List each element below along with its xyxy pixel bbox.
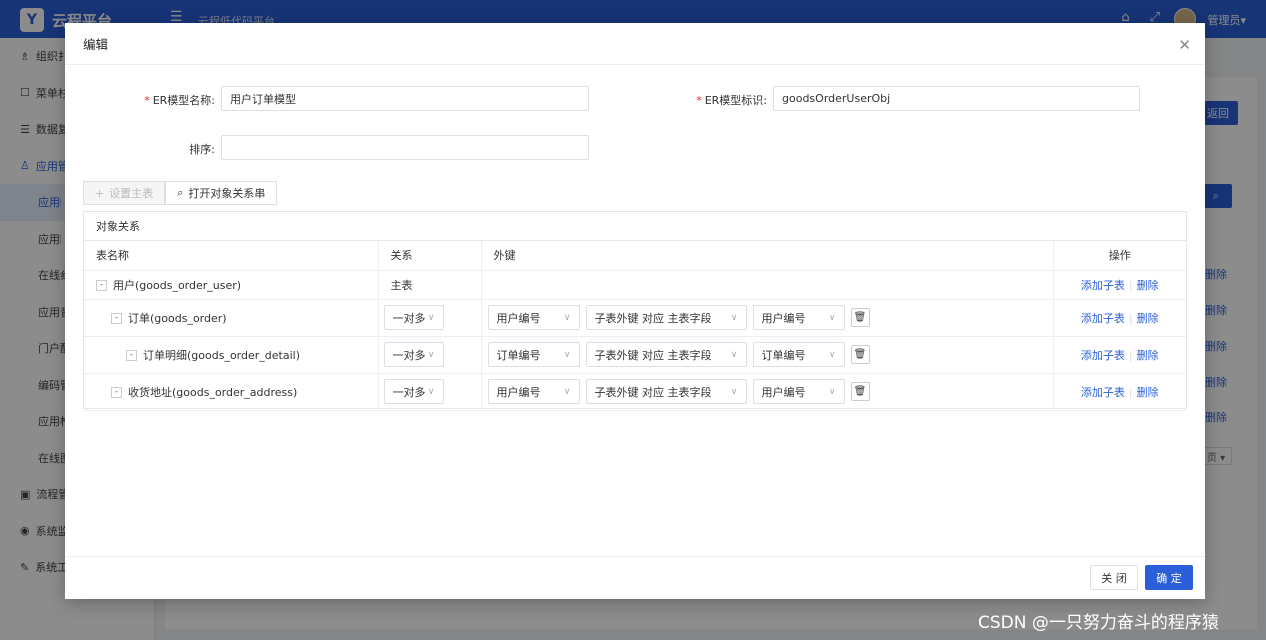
col-header-relation: 关系 bbox=[378, 241, 482, 271]
er-name-label: * ER模型名称: bbox=[144, 94, 215, 107]
add-child-link[interactable]: 添加子表 bbox=[1081, 386, 1125, 399]
delete-link[interactable]: 删除 bbox=[1137, 279, 1159, 292]
fk-mapping-select[interactable]: 子表外键 对应 主表字段 ∨ bbox=[585, 305, 747, 330]
add-child-link[interactable]: 添加子表 bbox=[1081, 279, 1125, 292]
open-relation-button[interactable]: ⌕ 打开对象关系串 bbox=[165, 181, 278, 205]
trash-icon[interactable]: 🗑 bbox=[850, 382, 870, 401]
chevron-down-icon: ∨ bbox=[427, 386, 435, 397]
chevron-down-icon: ∨ bbox=[427, 312, 435, 323]
chevron-down-icon: ∨ bbox=[828, 312, 836, 323]
collapse-toggle[interactable]: - bbox=[96, 280, 107, 291]
sort-input[interactable] bbox=[221, 135, 589, 160]
plus-icon: + bbox=[95, 186, 105, 200]
chevron-down-icon: ∨ bbox=[730, 312, 738, 323]
confirm-button[interactable]: 确 定 bbox=[1145, 565, 1193, 590]
add-child-link[interactable]: 添加子表 bbox=[1081, 312, 1125, 325]
table-name: 订单(goods_order) bbox=[128, 311, 227, 325]
fk-parent-select[interactable]: 用户编号 ∨ bbox=[752, 305, 845, 330]
collapse-toggle[interactable]: - bbox=[111, 387, 122, 398]
collapse-toggle[interactable]: - bbox=[126, 350, 137, 361]
fk-child-select[interactable]: 用户编号 ∨ bbox=[487, 379, 580, 404]
table-name: 收货地址(goods_order_address) bbox=[128, 385, 298, 399]
chevron-down-icon: ∨ bbox=[730, 349, 738, 360]
relation-table: 表名称 关系 外键 操作 - 用户(goods_order_user) 主表 添加… bbox=[84, 241, 1186, 411]
chevron-down-icon: ∨ bbox=[563, 386, 571, 397]
set-main-table-button[interactable]: + 设置主表 bbox=[83, 181, 166, 205]
fk-mapping-select[interactable]: 子表外键 对应 主表字段 ∨ bbox=[585, 379, 747, 404]
col-header-op: 操作 bbox=[1053, 241, 1186, 271]
col-header-name: 表名称 bbox=[84, 241, 379, 271]
edit-dialog: 编辑 ✕ * ER模型名称: 用户订单模型 * ER模型标识: goodsOrder… bbox=[65, 23, 1205, 599]
trash-icon[interactable]: 🗑 bbox=[850, 345, 870, 364]
fk-parent-select[interactable]: 订单编号 ∨ bbox=[752, 342, 845, 367]
dialog-footer: 关 闭 确 定 bbox=[65, 556, 1205, 599]
er-id-input[interactable]: goodsOrderUserObj bbox=[773, 86, 1140, 111]
col-header-fk: 外键 bbox=[481, 241, 1054, 271]
relation-title: 对象关系 bbox=[84, 212, 1186, 241]
sort-label: 排序: bbox=[189, 143, 215, 156]
search-icon: ⌕ bbox=[177, 186, 184, 199]
delete-link[interactable]: 删除 bbox=[1137, 349, 1159, 362]
delete-link[interactable]: 删除 bbox=[1137, 312, 1159, 325]
table-row: - 用户(goods_order_user) 主表 添加子表 | 删除 bbox=[84, 270, 1186, 300]
table-row: - 订单明细(goods_order_detail) 一对多 ∨ 订单编号 ∨ 子表外键… bbox=[84, 336, 1186, 374]
delete-link[interactable]: 删除 bbox=[1137, 386, 1159, 399]
fk-child-select[interactable]: 用户编号 ∨ bbox=[487, 305, 580, 330]
fk-child-select[interactable]: 订单编号 ∨ bbox=[487, 342, 580, 367]
collapse-toggle[interactable]: - bbox=[111, 313, 122, 324]
er-id-label: * ER模型标识: bbox=[696, 94, 767, 107]
fk-mapping-select[interactable]: 子表外键 对应 主表字段 ∨ bbox=[585, 342, 747, 367]
er-name-input[interactable]: 用户订单模型 bbox=[221, 86, 589, 111]
relation-select[interactable]: 一对多 ∨ bbox=[383, 342, 444, 367]
relation-select[interactable]: 一对多 ∨ bbox=[383, 379, 444, 404]
watermark: CSDN @一只努力奋斗的程序猿 bbox=[978, 613, 1219, 633]
fk-parent-select[interactable]: 用户编号 ∨ bbox=[752, 379, 845, 404]
close-button[interactable]: 关 闭 bbox=[1090, 565, 1138, 590]
relation-select[interactable]: 一对多 ∨ bbox=[383, 305, 444, 330]
table-row: - 收货地址(goods_order_address) 一对多 ∨ 用户编号 ∨ 子表外… bbox=[84, 373, 1186, 411]
chevron-down-icon: ∨ bbox=[828, 386, 836, 397]
relation-panel: 对象关系 表名称 关系 外键 操作 - 用户(goods_order_user) … bbox=[83, 211, 1187, 411]
close-icon[interactable]: ✕ bbox=[1178, 36, 1191, 54]
dialog-title: 编辑 bbox=[65, 23, 1205, 65]
chevron-down-icon: ∨ bbox=[828, 349, 836, 360]
chevron-down-icon: ∨ bbox=[563, 312, 571, 323]
table-name: 用户(goods_order_user) bbox=[113, 278, 242, 292]
chevron-down-icon: ∨ bbox=[730, 386, 738, 397]
relation-text: 主表 bbox=[378, 270, 482, 300]
trash-icon[interactable]: 🗑 bbox=[850, 308, 870, 327]
table-row: - 订单(goods_order) 一对多 ∨ 用户编号 ∨ 子表外键 对应 主表字段 ∨… bbox=[84, 299, 1186, 337]
chevron-down-icon: ∨ bbox=[427, 349, 435, 360]
table-name: 订单明细(goods_order_detail) bbox=[143, 348, 300, 362]
add-child-link[interactable]: 添加子表 bbox=[1081, 349, 1125, 362]
chevron-down-icon: ∨ bbox=[563, 349, 571, 360]
